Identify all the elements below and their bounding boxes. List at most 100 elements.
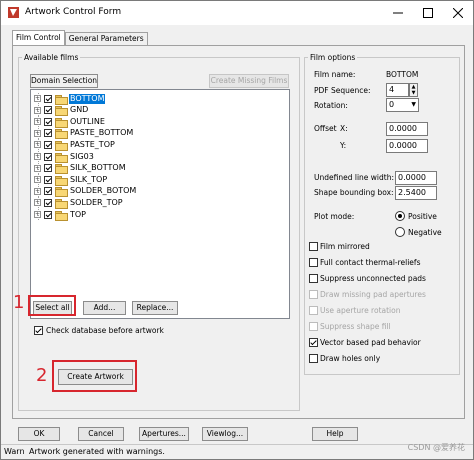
rotation-select[interactable]: 0 ▼ [386,98,419,112]
film-name[interactable]: SILK_BOTTOM [69,163,127,173]
ok-button[interactable]: OK [18,427,60,441]
film-row[interactable]: + SILK_TOP [31,174,108,186]
film-option-checkbox[interactable] [309,322,318,331]
film-option-checkbox[interactable] [309,354,318,363]
film-row[interactable]: + SILK_BOTTOM [31,162,127,175]
replace-film-button[interactable]: Replace... [132,301,178,315]
film-row[interactable]: + SIG03 [31,151,95,163]
film-name[interactable]: BOTTOM [69,93,106,104]
film-row[interactable]: + PASTE_BOTTOM [31,127,134,140]
film-name[interactable]: TOP [69,210,87,220]
film-options-legend: Film options [310,53,356,62]
film-option-checkbox[interactable] [309,338,318,347]
film-row[interactable]: + SOLDER_BOTOM [31,185,137,198]
spin-down-icon: ▼ [411,90,416,96]
film-checkbox[interactable] [44,187,52,196]
add-film-button[interactable]: Add... [83,301,126,315]
minimize-icon [393,12,403,14]
close-button[interactable] [443,1,473,25]
annotation-box-create-artwork [52,360,137,392]
shape-bounding-box-input[interactable]: 2.5400 [395,186,437,200]
film-option-checkbox[interactable] [309,258,318,267]
film-name[interactable]: SIG03 [69,152,95,162]
offset-x-input[interactable]: 0.0000 [386,122,428,136]
film-name[interactable]: SOLDER_TOP [69,198,124,208]
offset-y-label: Y: [340,141,347,150]
film-option-checkbox[interactable] [309,242,318,251]
folder-icon [55,198,68,209]
tree-line [38,151,39,162]
create-missing-films-button[interactable]: Create Missing Films [209,74,289,88]
film-name[interactable]: SOLDER_BOTOM [69,186,137,196]
film-option-checkbox[interactable] [309,274,318,283]
help-button[interactable]: Help [312,427,358,441]
close-icon [453,8,463,18]
film-checkbox[interactable] [44,210,52,219]
film-checkbox[interactable] [44,152,52,161]
film-name-label: Film name: [314,70,356,79]
film-name[interactable]: PASTE_TOP [69,140,116,150]
shape-bounding-box-label: Shape bounding box: [314,188,394,197]
status-bar: Warn Artwork generated with warnings. [1,444,473,459]
folder-icon [55,164,68,175]
film-checkbox[interactable] [44,164,52,173]
tree-line [38,162,39,174]
pdf-sequence-spinner[interactable]: ▲ ▼ [409,83,418,97]
offset-label: Offset [314,124,337,133]
films-tree[interactable]: + BOTTOM + GND + OUTLINE + PASTE_BOTTOM + PASTE_T… [30,89,290,319]
cancel-button[interactable]: Cancel [78,427,124,441]
tree-line [38,116,39,128]
film-checkbox[interactable] [44,129,52,138]
title-bar: Artwork Control Form [1,1,473,25]
window-title: Artwork Control Form [25,7,122,17]
film-checkbox[interactable] [44,106,52,115]
film-row[interactable]: + TOP [31,209,87,221]
film-row[interactable]: + PASTE_TOP [31,139,116,151]
pdf-sequence-input[interactable]: 4 [386,83,409,97]
tree-line [38,139,39,151]
film-checkbox[interactable] [44,198,52,207]
tab-general-parameters[interactable]: General Parameters [64,32,148,45]
film-checkbox[interactable] [44,94,52,103]
folder-icon [55,175,68,186]
film-option-label: Film mirrored [320,242,370,251]
film-checkbox[interactable] [44,117,52,126]
film-option-checkbox[interactable] [309,290,318,299]
offset-y-input[interactable]: 0.0000 [386,139,428,153]
tree-line [38,93,39,104]
film-checkbox[interactable] [44,175,52,184]
apertures-button[interactable]: Apertures... [139,427,189,441]
plot-mode-positive-radio[interactable] [395,211,405,221]
check-database-checkbox[interactable] [34,326,43,335]
film-option-checkbox[interactable] [309,306,318,315]
film-row[interactable]: + GND [31,104,89,117]
film-checkbox[interactable] [44,140,52,149]
app-icon [8,7,19,18]
film-row[interactable]: + OUTLINE [31,116,106,128]
undefined-line-width-input[interactable]: 0.0000 [395,171,437,185]
annotation-box-select-all [28,295,76,316]
film-name[interactable]: OUTLINE [69,117,106,127]
tree-line [38,174,39,186]
film-name[interactable]: SILK_TOP [69,175,108,185]
tree-line [38,104,39,116]
annotation-number-1: 1 [13,292,25,313]
folder-icon [55,117,68,128]
viewlog-button[interactable]: Viewlog... [202,427,248,441]
film-option-label: Full contact thermal-reliefs [320,258,421,267]
tab-film-control[interactable]: Film Control [12,30,65,45]
film-name-value: BOTTOM [386,70,419,79]
maximize-button[interactable] [413,1,443,25]
domain-selection-button[interactable]: Domain Selection [30,74,98,88]
undefined-line-width-label: Undefined line width: [314,173,394,182]
film-option-label: Vector based pad behavior [320,338,421,347]
film-row[interactable]: + SOLDER_TOP [31,197,124,209]
film-name[interactable]: PASTE_BOTTOM [69,128,134,138]
film-name[interactable]: GND [69,105,89,115]
minimize-button[interactable] [383,1,413,25]
film-row[interactable]: + BOTTOM [31,93,106,105]
film-option-label: Suppress shape fill [320,322,391,331]
plot-mode-negative-radio[interactable] [395,227,405,237]
folder-icon [55,210,68,221]
available-films-legend: Available films [24,53,79,62]
